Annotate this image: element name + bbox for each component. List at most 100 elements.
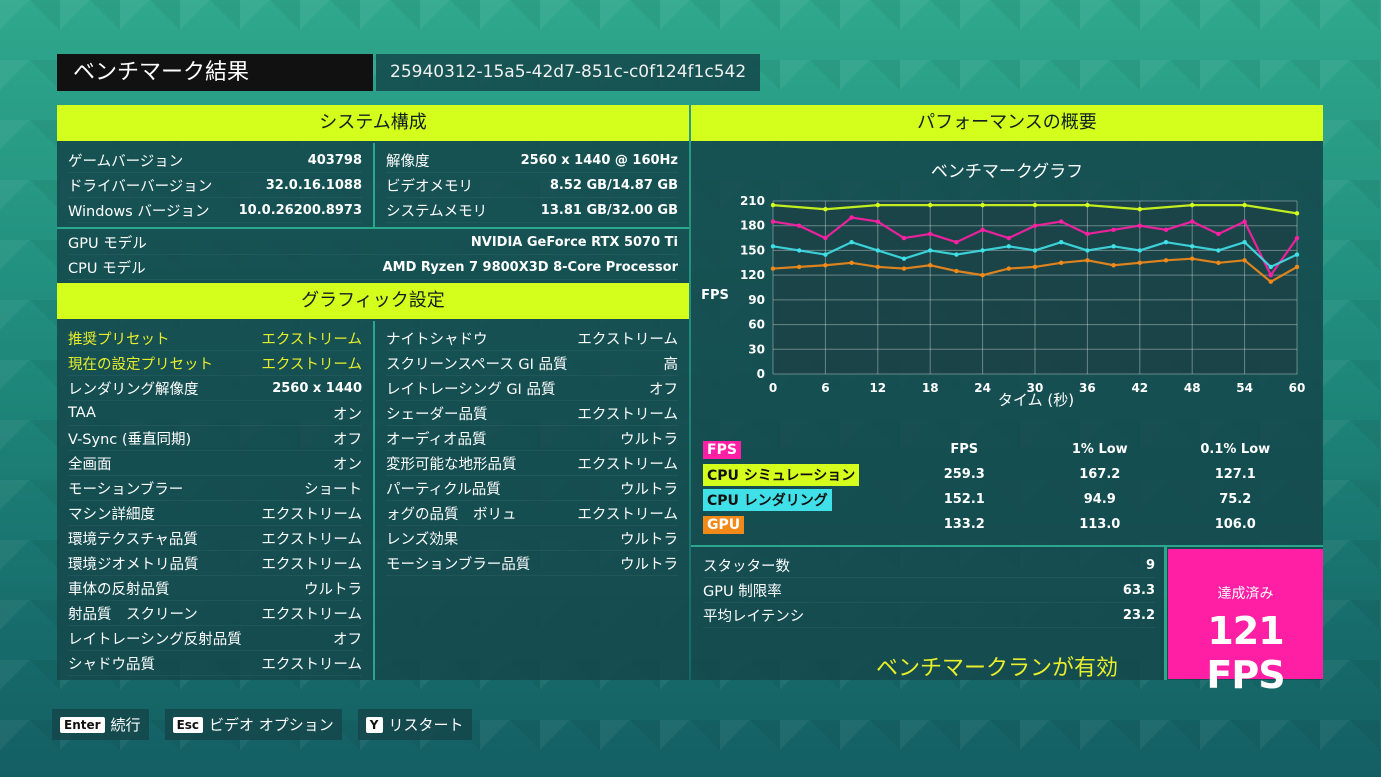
row-label: GPU 制限率: [703, 583, 782, 600]
gpu-row: GPU モデル NVIDIA GeForce RTX 5070 Ti: [68, 230, 678, 255]
restart-button[interactable]: Y リスタート: [357, 709, 472, 740]
graphics-row: 全画面 オン: [68, 451, 362, 476]
graphics-row: 車体の反射品質 ウルトラ: [68, 576, 362, 601]
row-label: レイトレーシング反射品質: [68, 631, 242, 648]
row-value: エクストリーム: [577, 456, 678, 473]
data-point: [1085, 248, 1090, 253]
graphics-row: 環境テクスチャ品質 エクストリーム: [68, 526, 362, 551]
chart-ylabel: FPS: [701, 288, 729, 303]
row-label: V-Sync (垂直同期): [68, 431, 192, 448]
row-label: ビデオメモリ: [386, 178, 473, 195]
system-header: システム構成: [57, 105, 689, 141]
data-point: [797, 223, 802, 228]
row-value: ショート: [304, 481, 362, 498]
data-point: [823, 235, 828, 241]
row-value: オフ: [649, 381, 678, 398]
row-value: 高: [663, 356, 679, 373]
data-point: [1085, 231, 1090, 237]
value-cell: 152.1: [943, 492, 985, 507]
data-point: [1059, 219, 1064, 224]
legend-row-fps: FPS FPS 1% Low 0.1% Low: [703, 437, 1303, 462]
row-value: オン: [333, 406, 362, 423]
system-left: ゲームバージョン 403798 ドライバーバージョン 32.0.16.1088 Wi…: [68, 148, 362, 223]
graphics-row: 環境ジオメトリ品質 エクストリーム: [68, 551, 362, 576]
data-point: [954, 252, 959, 257]
data-point: [928, 263, 933, 268]
data-point: [1216, 260, 1221, 265]
row-label: スクリーンスペース GI 品質: [386, 356, 568, 373]
data-point: [928, 231, 933, 237]
value-cell: 259.3: [943, 467, 985, 482]
data-point: [1242, 219, 1247, 224]
row-value: 23.2: [1122, 607, 1155, 623]
continue-button[interactable]: Enter 続行: [52, 709, 149, 740]
data-point: [875, 202, 880, 208]
data-point: [823, 263, 828, 268]
data-point: [1032, 248, 1038, 253]
legend-row-cpu-sim: CPU シミュレーション 259.3 167.2 127.1: [703, 462, 1303, 487]
graphics-row: 射品質 スクリーン エクストリーム: [68, 601, 362, 626]
y-tick-label: 60: [748, 318, 765, 332]
data-point: [1190, 219, 1195, 224]
data-point: [980, 272, 985, 278]
row-value: NVIDIA GeForce RTX 5070 Ti: [470, 234, 678, 250]
row-label: ドライバーバージョン: [68, 178, 213, 195]
row-label: 環境ジオメトリ品質: [68, 556, 199, 573]
row-value: 13.81 GB/32.00 GB: [540, 202, 678, 218]
column-header: 0.1% Low: [1200, 442, 1271, 457]
data-point: [823, 207, 828, 212]
row-label: 推奨プリセット: [68, 331, 170, 348]
data-point: [849, 260, 854, 265]
data-point: [797, 264, 802, 270]
data-point: [1137, 260, 1142, 265]
row-label: Windows バージョン: [68, 203, 210, 220]
row-value: 8.52 GB/14.87 GB: [549, 177, 678, 193]
legend-row-cpu-render: CPU レンダリング 152.1 94.9 75.2: [703, 487, 1303, 512]
data-point: [849, 239, 854, 245]
x-tick-label: 60: [1289, 381, 1306, 395]
row-label: CPU モデル: [68, 260, 146, 277]
row-value: エクストリーム: [577, 406, 678, 423]
x-tick-label: 18: [922, 381, 939, 395]
graphics-header: グラフィック設定: [57, 283, 689, 319]
data-point: [1137, 223, 1142, 228]
x-tick-label: 48: [1184, 381, 1201, 395]
graphics-row: レイトレーシング GI 品質 オフ: [386, 376, 678, 401]
value-cell: 113.0: [1079, 517, 1121, 532]
data-point: [928, 202, 933, 208]
graphics-row: オーディオ品質 ウルトラ: [386, 426, 678, 451]
data-point: [1163, 227, 1169, 233]
row-label: ナイトシャドウ: [386, 331, 488, 348]
value-cell: 133.2: [943, 517, 985, 532]
value-cell: 127.1: [1214, 467, 1256, 482]
value-cell: 106.0: [1214, 517, 1256, 532]
data-point: [1190, 244, 1195, 249]
data-point: [1111, 263, 1116, 268]
data-point: [1268, 264, 1273, 270]
graphics-row: 推奨プリセット エクストリーム: [68, 326, 362, 351]
data-point: [1032, 223, 1038, 228]
cpu-row: CPU モデル AMD Ryzen 7 9800X3D 8-Core Proces…: [68, 255, 678, 280]
x-tick-label: 30: [1027, 381, 1044, 395]
data-point: [1006, 235, 1011, 241]
benchmark-chart: ベンチマークグラフ FPS タイム (秒) 0 6 12 18 24 30 36 42 48 54…: [701, 162, 1306, 409]
graphics-row: 変形可能な地形品質 エクストリーム: [386, 451, 678, 476]
chart-title: ベンチマークグラフ: [931, 162, 1083, 182]
row-label: レイトレーシング GI 品質: [386, 381, 556, 398]
hardware-info: GPU モデル NVIDIA GeForce RTX 5070 Ti CPU モデ…: [68, 230, 678, 280]
data-point: [770, 202, 776, 208]
row-value: エクストリーム: [261, 556, 362, 573]
performance-header: パフォーマンスの概要: [691, 105, 1323, 141]
performance-legend: FPS FPS 1% Low 0.1% Low CPU シミュレーション 259…: [703, 437, 1303, 537]
data-point: [954, 239, 959, 245]
row-value: オフ: [333, 631, 362, 648]
data-point: [797, 248, 802, 253]
data-point: [1216, 231, 1221, 237]
video-options-button[interactable]: Esc ビデオ オプション: [164, 709, 342, 740]
row-label: シェーダー品質: [386, 406, 488, 423]
row-value: 32.0.16.1088: [265, 177, 362, 193]
achieved-value: 121 FPS: [1206, 609, 1285, 697]
data-point: [823, 252, 828, 257]
cpu-sim-tag: CPU シミュレーション: [703, 463, 860, 486]
row-value: エクストリーム: [261, 606, 362, 623]
